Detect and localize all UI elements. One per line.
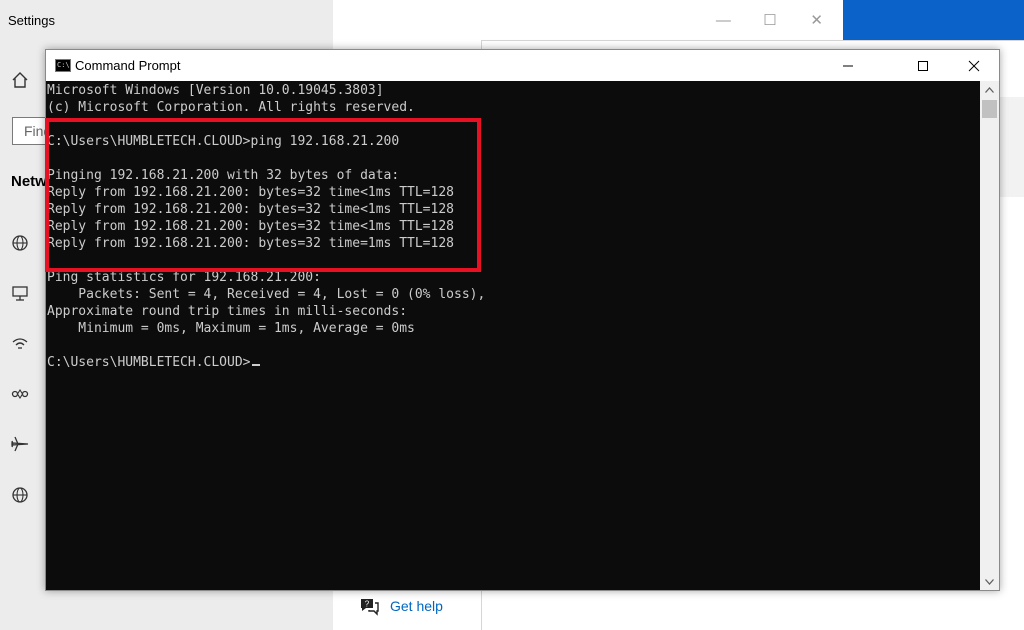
get-help-link[interactable]: ? Get help bbox=[358, 596, 443, 616]
console-line: Reply from 192.168.21.200: bytes=32 time… bbox=[47, 202, 454, 217]
console-line: Microsoft Windows [Version 10.0.19045.38… bbox=[47, 83, 384, 98]
background-window-bar bbox=[482, 40, 1024, 49]
help-chat-icon: ? bbox=[361, 599, 379, 616]
console-line: C:\Users\HUMBLETECH.CLOUD>ping 192.168.2… bbox=[47, 134, 400, 149]
ethernet-icon[interactable] bbox=[10, 283, 30, 303]
settings-window-controls: — ☐ ✕ bbox=[700, 8, 840, 32]
vpn-icon[interactable] bbox=[10, 384, 30, 404]
minimize-button[interactable] bbox=[825, 50, 871, 81]
console-line: Ping statistics for 192.168.21.200: bbox=[47, 270, 321, 285]
console-prompt: C:\Users\HUMBLETECH.CLOUD> bbox=[47, 355, 251, 370]
console-prompt-line[interactable]: C:\Users\HUMBLETECH.CLOUD> bbox=[47, 354, 260, 371]
maximize-icon bbox=[918, 60, 928, 71]
console-scrollbar[interactable] bbox=[980, 81, 999, 590]
settings-window-title: Settings bbox=[8, 13, 55, 28]
settings-close-icon[interactable]: ✕ bbox=[797, 11, 837, 29]
maximize-button[interactable] bbox=[900, 50, 946, 81]
chevron-down-icon bbox=[985, 578, 994, 585]
console-line: Minimum = 0ms, Maximum = 1ms, Average = … bbox=[47, 321, 415, 336]
settings-search-input[interactable]: Find bbox=[12, 117, 46, 145]
cmd-titlebar[interactable]: C:\ Command Prompt bbox=[46, 50, 999, 81]
settings-minimize-icon[interactable]: — bbox=[703, 12, 743, 29]
console-output[interactable]: Microsoft Windows [Version 10.0.19045.38… bbox=[46, 81, 980, 590]
svg-text:?: ? bbox=[365, 600, 370, 609]
console-line: Packets: Sent = 4, Received = 4, Lost = … bbox=[47, 287, 486, 302]
dialup-icon[interactable] bbox=[10, 333, 30, 353]
console-line: Pinging 192.168.21.200 with 32 bytes of … bbox=[47, 168, 400, 183]
section-heading: Network & Internet bbox=[11, 173, 45, 190]
get-help-label[interactable]: Get help bbox=[390, 598, 443, 614]
console-line: Reply from 192.168.21.200: bytes=32 time… bbox=[47, 185, 454, 200]
desktop-wallpaper bbox=[843, 0, 1024, 40]
background-window-scrollbar[interactable] bbox=[999, 97, 1024, 197]
chevron-up-icon bbox=[985, 86, 994, 93]
globe-icon[interactable] bbox=[10, 233, 30, 253]
close-icon bbox=[968, 60, 980, 71]
console-line: Reply from 192.168.21.200: bytes=32 time… bbox=[47, 236, 454, 251]
home-icon[interactable] bbox=[10, 70, 30, 90]
console-line: Approximate round trip times in milli-se… bbox=[47, 304, 408, 319]
scroll-up-button[interactable] bbox=[980, 81, 999, 98]
airplane-icon[interactable] bbox=[10, 434, 30, 454]
console-line: (c) Microsoft Corporation. All rights re… bbox=[47, 100, 415, 115]
minimize-icon bbox=[843, 65, 853, 66]
cmd-window-title: Command Prompt bbox=[75, 58, 181, 73]
command-prompt-window: C:\ Command Prompt Microsoft Windows [Ve… bbox=[45, 49, 1000, 591]
scroll-thumb[interactable] bbox=[982, 100, 997, 118]
proxy-globe-icon[interactable] bbox=[10, 485, 30, 505]
console-line: Reply from 192.168.21.200: bytes=32 time… bbox=[47, 219, 454, 234]
cmd-app-icon: C:\ bbox=[55, 59, 71, 72]
settings-maximize-icon[interactable]: ☐ bbox=[750, 11, 790, 29]
text-cursor bbox=[251, 364, 260, 366]
scroll-down-button[interactable] bbox=[980, 573, 999, 590]
close-button[interactable] bbox=[951, 50, 997, 81]
